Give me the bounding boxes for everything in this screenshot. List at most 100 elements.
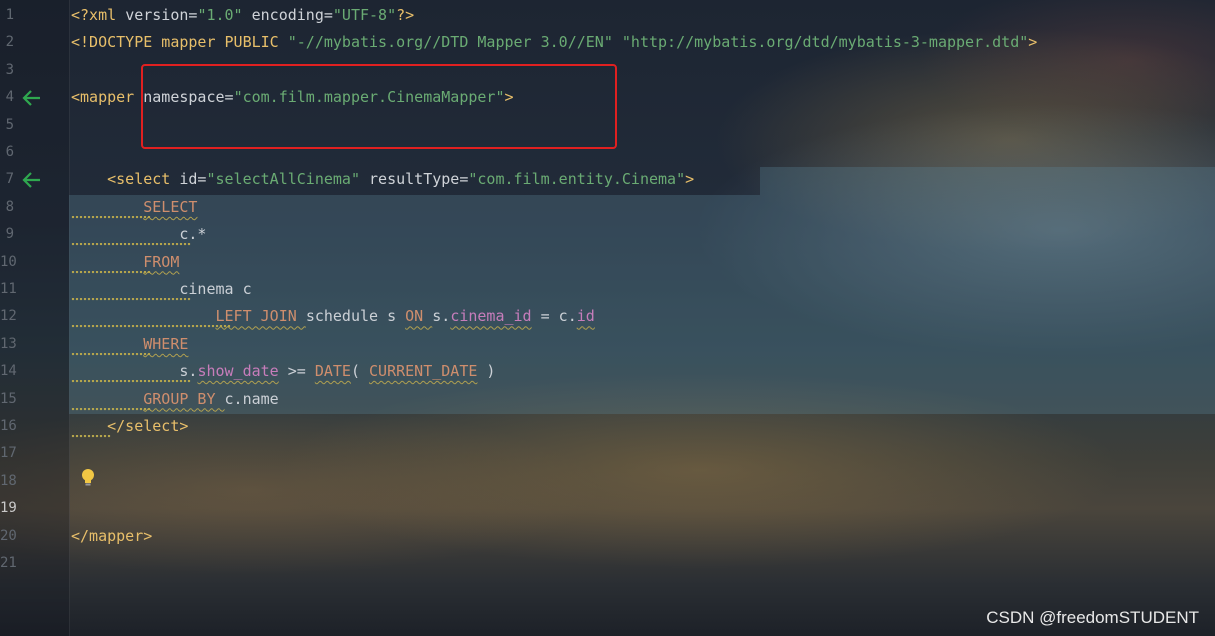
code-token: "selectAllCinema" — [206, 170, 370, 189]
line-number: 10 — [0, 253, 17, 270]
whitespace-warning-squiggle — [71, 243, 191, 247]
code-token: s. — [71, 362, 198, 381]
code-token: cinema c — [71, 280, 252, 298]
code-token: LEFT JOIN — [215, 307, 306, 326]
code-token: version= — [125, 6, 198, 24]
line-number: 2 — [5, 34, 14, 51]
watermark-text: CSDN @freedomSTUDENT — [986, 608, 1199, 627]
code-token: c.name — [224, 389, 279, 408]
gutter-arrow-icon[interactable] — [20, 169, 42, 191]
lightbulb-icon[interactable] — [80, 468, 96, 488]
gutter-arrow-icon[interactable] — [20, 87, 42, 109]
code-token: = c. — [531, 307, 577, 326]
line-number: 18 — [0, 472, 17, 489]
code-token: ON — [405, 307, 433, 326]
line-number: 11 — [0, 281, 17, 297]
code-token: <?xml — [71, 6, 126, 24]
code-line[interactable]: 9 c.* — [0, 221, 1215, 248]
code-token: ) — [477, 362, 496, 381]
code-line[interactable]: 16 </select> — [0, 413, 1215, 440]
code-token: resultType= — [369, 170, 469, 189]
code-text[interactable]: <select id="selectAllCinema" resultType=… — [71, 166, 694, 193]
code-token: > — [1028, 33, 1038, 52]
code-token: show_date — [197, 362, 279, 381]
whitespace-warning-squiggle — [71, 325, 231, 329]
code-token: encoding= — [251, 6, 333, 24]
code-token: GROUP BY — [143, 389, 225, 408]
code-line[interactable]: 8 SELECT — [0, 194, 1215, 221]
code-token: DATE — [314, 362, 351, 381]
code-token: id — [576, 307, 595, 326]
code-line[interactable]: 1 <?xml version="1.0" encoding="UTF-8"?> — [0, 2, 1215, 29]
code-line[interactable]: 2 <!DOCTYPE mapper PUBLIC "-//mybatis.org… — [0, 29, 1215, 56]
code-line[interactable]: 19 — [0, 495, 1215, 522]
line-number: 15 — [0, 390, 17, 407]
code-line[interactable]: 17 — [0, 440, 1215, 467]
whitespace-warning-squiggle — [71, 407, 151, 411]
code-token: <select — [107, 170, 180, 189]
line-number: 9 — [5, 226, 14, 243]
code-token: </select> — [107, 417, 189, 435]
code-token: ?> — [396, 6, 415, 24]
line-number: 3 — [5, 61, 14, 78]
code-token: SELECT — [143, 197, 198, 216]
code-token: WHERE — [143, 334, 189, 353]
whitespace-warning-squiggle — [71, 435, 111, 438]
line-number: 4 — [5, 89, 14, 106]
code-line[interactable]: 7 <select id="selectAllCinema" resultTyp… — [0, 166, 1215, 193]
line-number: 20 — [0, 527, 17, 544]
code-line[interactable]: 21 — [0, 550, 1215, 577]
code-line[interactable]: 18 — [0, 468, 1215, 495]
code-token: "1.0" — [197, 6, 252, 24]
line-number: 21 — [0, 555, 17, 571]
whitespace-warning-squiggle — [71, 380, 191, 384]
line-number: 6 — [5, 144, 14, 160]
code-line[interactable]: 13 WHERE — [0, 331, 1215, 358]
code-token: <!DOCTYPE mapper PUBLIC — [71, 33, 288, 52]
code-token: FROM — [143, 252, 180, 271]
whitespace-warning-squiggle — [71, 352, 151, 356]
code-text[interactable]: </mapper> — [71, 523, 152, 550]
code-line[interactable]: 10 FROM — [0, 249, 1215, 276]
code-token: </mapper> — [71, 526, 153, 545]
line-number: 5 — [5, 116, 14, 133]
line-number: 7 — [5, 171, 14, 188]
whitespace-warning-squiggle — [71, 298, 191, 301]
code-token: "-//mybatis.org//DTD Mapper 3.0//EN" — [287, 33, 622, 52]
code-token: >= — [278, 362, 315, 381]
code-token: CURRENT_DATE — [369, 362, 478, 381]
line-number: 12 — [0, 308, 17, 325]
code-line[interactable]: 15 GROUP BY c.name — [0, 386, 1215, 413]
code-token: c.* — [71, 225, 207, 244]
line-number: 19 — [0, 500, 17, 517]
code-text[interactable]: <!DOCTYPE mapper PUBLIC "-//mybatis.org/… — [71, 29, 1037, 56]
highlight-annotation-box — [141, 64, 617, 149]
code-token: "UTF-8" — [332, 6, 397, 24]
line-number: 1 — [5, 7, 14, 23]
code-token: ( — [350, 362, 370, 381]
code-line[interactable]: 14 s.show_date >= DATE( CURRENT_DATE ) — [0, 358, 1215, 385]
code-token: <mapper — [71, 88, 144, 107]
whitespace-warning-squiggle — [71, 270, 151, 274]
whitespace-warning-squiggle — [71, 215, 151, 219]
line-number: 16 — [0, 418, 17, 434]
code-line[interactable]: 12 LEFT JOIN schedule s ON s.cinema_id =… — [0, 303, 1215, 330]
line-number: 13 — [0, 335, 17, 352]
code-line[interactable]: 20 </mapper> — [0, 523, 1215, 550]
code-text[interactable]: <?xml version="1.0" encoding="UTF-8"?> — [71, 2, 414, 29]
line-number: 17 — [0, 445, 17, 462]
line-number: 8 — [5, 198, 14, 215]
code-token: schedule s — [305, 307, 406, 326]
code-token: "com.film.entity.Cinema" — [468, 170, 686, 189]
code-token: cinema_id — [450, 307, 532, 326]
line-number: 14 — [0, 363, 17, 380]
code-line[interactable]: 11 cinema c — [0, 276, 1215, 303]
code-token: id= — [179, 170, 207, 189]
